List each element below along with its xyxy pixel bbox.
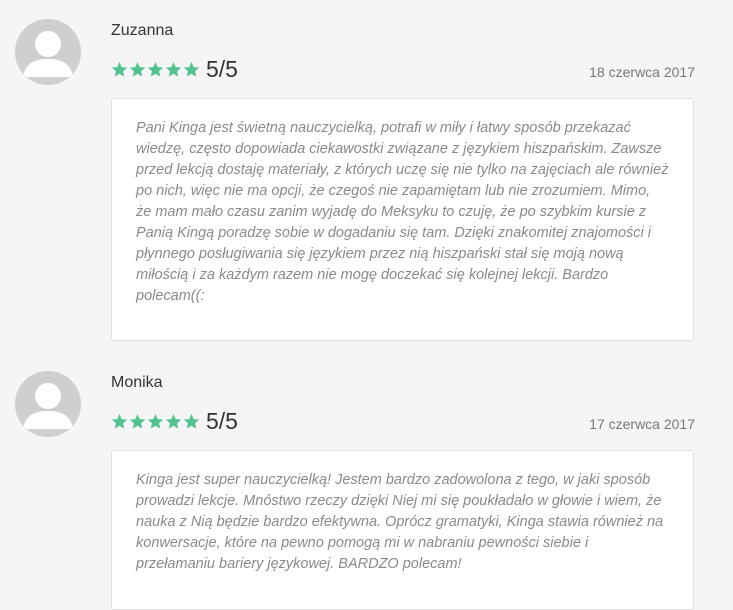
star-icon xyxy=(147,61,164,78)
star-icon xyxy=(147,413,164,430)
rating: 5/5 xyxy=(111,58,238,81)
star-icon xyxy=(165,61,182,78)
star-icon xyxy=(183,61,200,78)
review-item: Zuzanna 5/5 18 czerwca 2017 Pani Kinga j… xyxy=(0,0,733,352)
review-item: Monika 5/5 17 czerwca 2017 Kinga jest su… xyxy=(0,352,733,610)
star-icon xyxy=(111,413,128,430)
rating-score: 5/5 xyxy=(206,56,238,82)
review-card: Kinga jest super nauczycielką! Jestem ba… xyxy=(111,450,694,610)
rating: 5/5 xyxy=(111,410,238,433)
star-icon xyxy=(183,413,200,430)
review-text: Kinga jest super nauczycielką! Jestem ba… xyxy=(136,472,664,572)
review-author: Monika xyxy=(111,374,163,391)
star-icon xyxy=(129,413,146,430)
star-icon xyxy=(165,413,182,430)
star-icon xyxy=(111,61,128,78)
review-date: 18 czerwca 2017 xyxy=(589,64,695,80)
rating-score: 5/5 xyxy=(206,408,238,434)
star-rating xyxy=(111,413,200,430)
star-rating xyxy=(111,61,200,78)
star-icon xyxy=(129,61,146,78)
review-text: Pani Kinga jest świetną nauczycielką, po… xyxy=(136,120,669,304)
review-author: Zuzanna xyxy=(111,22,174,39)
user-avatar-icon xyxy=(15,371,81,437)
review-date: 17 czerwca 2017 xyxy=(589,416,695,432)
user-avatar-icon xyxy=(15,19,81,85)
review-card: Pani Kinga jest świetną nauczycielką, po… xyxy=(111,98,694,341)
